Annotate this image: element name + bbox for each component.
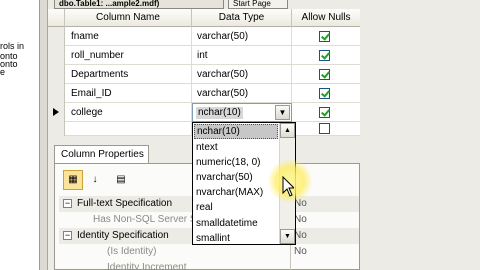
property-row[interactable]: (Is Identity) No — [59, 244, 359, 260]
tab-table-designer[interactable]: dbo.Table1: ...ample2.mdf) — [54, 0, 224, 9]
allow-nulls-cell — [292, 122, 360, 136]
header-row-selector — [48, 9, 65, 27]
grid-header: Column Name Data Type Allow Nulls — [48, 9, 360, 27]
allow-nulls-checkbox[interactable] — [319, 50, 330, 61]
left-panel-text: e — [0, 67, 6, 77]
header-allow-nulls[interactable]: Allow Nulls — [292, 9, 360, 27]
allow-nulls-checkbox[interactable] — [319, 88, 330, 99]
row-selector[interactable] — [48, 103, 65, 122]
solution-explorer-panel: rols in onto onto e — [0, 0, 40, 270]
property-row[interactable]: Identity Increment — [59, 260, 359, 270]
allow-nulls-checkbox[interactable] — [319, 123, 330, 134]
allow-nulls-checkbox[interactable] — [319, 107, 330, 118]
tab-start-page[interactable]: Start Page — [228, 0, 288, 9]
property-pages-icon[interactable]: ▤ — [111, 170, 131, 190]
scroll-up-icon[interactable]: ▲ — [280, 123, 295, 138]
property-label: (Is Identity) — [107, 246, 157, 257]
collapse-icon[interactable]: − — [63, 199, 72, 208]
dropdown-options: nchar(10) ntext numeric(18, 0) nvarchar(… — [193, 123, 279, 246]
current-row-arrow-icon — [53, 108, 59, 116]
data-type-combobox-value: nchar(10) — [196, 107, 243, 119]
allow-nulls-cell — [292, 46, 360, 65]
data-type-combobox[interactable]: nchar(10) ▼ — [192, 103, 292, 122]
header-data-type[interactable]: Data Type — [192, 9, 292, 27]
allow-nulls-checkbox[interactable] — [319, 31, 330, 42]
table-row[interactable]: Email_ID varchar(50) — [48, 84, 360, 103]
row-selector[interactable] — [48, 84, 65, 103]
left-panel-scrollbar[interactable] — [40, 0, 48, 270]
allow-nulls-cell — [292, 65, 360, 84]
allow-nulls-cell — [292, 27, 360, 46]
column-name-cell[interactable]: Email_ID — [65, 84, 192, 103]
dropdown-option[interactable]: smallint — [193, 231, 279, 246]
header-column-name[interactable]: Column Name — [65, 9, 192, 27]
chevron-down-icon[interactable]: ▼ — [275, 105, 290, 120]
property-value[interactable] — [290, 260, 294, 270]
column-name-cell[interactable] — [65, 122, 192, 136]
row-selector[interactable] — [48, 27, 65, 46]
row-selector[interactable] — [48, 65, 65, 84]
tab-column-properties[interactable]: Column Properties — [54, 145, 149, 163]
dropdown-option[interactable]: real — [193, 200, 279, 215]
dropdown-option[interactable]: smalldatetime — [193, 216, 279, 231]
data-type-cell[interactable]: int — [192, 46, 292, 65]
column-name-cell[interactable]: roll_number — [65, 46, 192, 65]
left-panel-text: rols in — [0, 41, 25, 51]
column-name-cell[interactable]: fname — [65, 27, 192, 46]
data-type-cell[interactable]: varchar(50) — [192, 65, 292, 84]
allow-nulls-cell — [292, 84, 360, 103]
data-type-cell[interactable]: varchar(50) — [192, 84, 292, 103]
table-row-current[interactable]: college nchar(10) ▼ — [48, 103, 360, 122]
dropdown-option[interactable]: nchar(10) — [194, 124, 278, 140]
alphabetical-sort-icon[interactable]: ↓ — [85, 170, 105, 190]
dropdown-option[interactable]: nvarchar(50) — [193, 170, 279, 185]
property-label: Identity Increment — [107, 262, 187, 270]
mouse-pointer-icon — [282, 176, 294, 197]
row-selector[interactable] — [48, 46, 65, 65]
table-row[interactable]: roll_number int — [48, 46, 360, 65]
scroll-down-icon[interactable]: ▼ — [280, 229, 295, 244]
column-name-cell[interactable]: college — [65, 103, 192, 122]
table-row[interactable]: fname varchar(50) — [48, 27, 360, 46]
categorized-icon[interactable]: ▦ — [63, 170, 83, 190]
property-value[interactable]: No — [290, 244, 307, 260]
table-row[interactable]: Departments varchar(50) — [48, 65, 360, 84]
collapse-icon[interactable]: − — [63, 231, 72, 240]
row-selector[interactable] — [48, 122, 65, 136]
column-name-cell[interactable]: Departments — [65, 65, 192, 84]
dropdown-option[interactable]: nvarchar(MAX) — [193, 185, 279, 200]
data-type-cell[interactable]: varchar(50) — [192, 27, 292, 46]
dropdown-option[interactable]: ntext — [193, 140, 279, 155]
allow-nulls-cell — [292, 103, 360, 122]
allow-nulls-checkbox[interactable] — [319, 69, 330, 80]
dropdown-option[interactable]: numeric(18, 0) — [193, 155, 279, 170]
